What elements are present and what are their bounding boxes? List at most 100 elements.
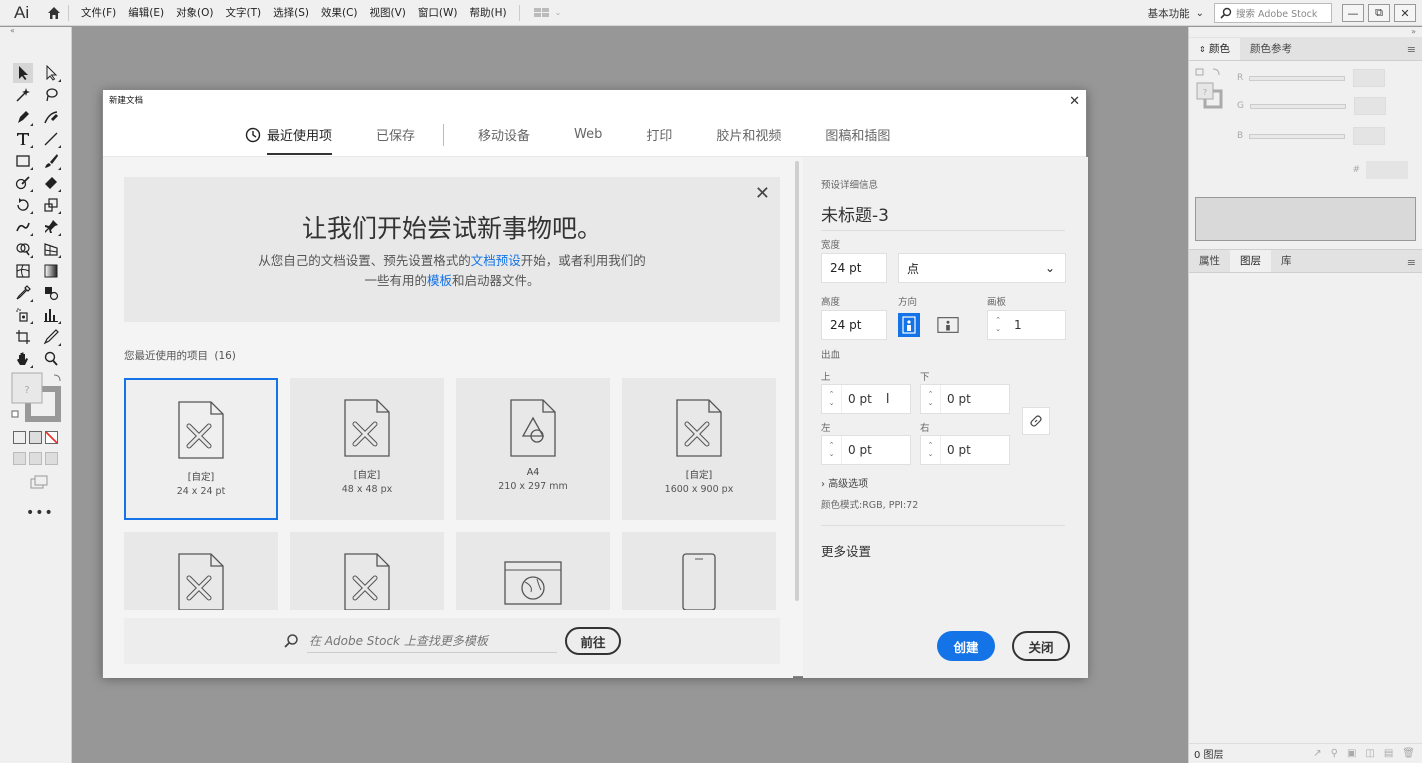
- collapse-panel-icon[interactable]: «: [0, 27, 71, 35]
- line-tool-icon[interactable]: [41, 129, 61, 149]
- menu-effect[interactable]: 效果(C): [315, 0, 364, 26]
- color-spectrum[interactable]: [1195, 197, 1416, 241]
- tab-saved[interactable]: 已保存: [376, 113, 415, 157]
- value-g-field[interactable]: [1353, 97, 1386, 115]
- value-b-field[interactable]: [1353, 127, 1386, 145]
- stepper-arrows-icon[interactable]: ⌃ ⌄: [822, 436, 842, 464]
- paintbrush-tool-icon[interactable]: [41, 151, 61, 171]
- tab-mobile[interactable]: 移动设备: [478, 113, 530, 157]
- zoom-tool-icon[interactable]: [41, 349, 61, 369]
- menu-window[interactable]: 窗口(W): [412, 0, 464, 26]
- preset-card[interactable]: [自定] 48 x 48 px: [290, 378, 444, 520]
- close-icon[interactable]: ✕: [1069, 90, 1080, 113]
- magic-wand-tool-icon[interactable]: [13, 85, 33, 105]
- slider-r[interactable]: [1249, 75, 1346, 81]
- close-button[interactable]: 关闭: [1012, 631, 1070, 661]
- collapse-icon[interactable]: »: [1189, 27, 1422, 37]
- new-sublayer-icon[interactable]: ◫: [1365, 748, 1374, 759]
- close-icon[interactable]: ✕: [755, 183, 770, 204]
- search-icon[interactable]: ⚲: [1331, 748, 1338, 759]
- value-r-field[interactable]: [1353, 69, 1386, 87]
- menu-help[interactable]: 帮助(H): [464, 0, 513, 26]
- rectangle-tool-icon[interactable]: [13, 151, 33, 171]
- warp-tool-icon[interactable]: [13, 217, 33, 237]
- rotate-tool-icon[interactable]: [13, 195, 33, 215]
- none-mode-icon[interactable]: [45, 431, 58, 444]
- preset-card[interactable]: A4 210 x 297 mm: [456, 378, 610, 520]
- eraser-tool-icon[interactable]: [41, 173, 61, 193]
- landscape-orientation-button[interactable]: [937, 313, 959, 337]
- menu-type[interactable]: 文字(T): [220, 0, 268, 26]
- trash-icon[interactable]: 🗑: [1402, 748, 1415, 759]
- width-input[interactable]: 24 pt: [821, 253, 887, 283]
- gradient-mode-icon[interactable]: [29, 431, 42, 444]
- slider-b[interactable]: [1249, 133, 1346, 139]
- go-button[interactable]: 前往: [565, 627, 621, 655]
- scale-tool-icon[interactable]: [41, 195, 61, 215]
- selection-tool-icon[interactable]: [13, 63, 33, 83]
- bleed-right-stepper[interactable]: ⌃ ⌄ 0 pt: [920, 435, 1010, 465]
- draw-behind-icon[interactable]: [29, 452, 42, 465]
- menu-view[interactable]: 视图(V): [364, 0, 412, 26]
- clipping-mask-icon[interactable]: ▣: [1347, 748, 1356, 759]
- menu-edit[interactable]: 编辑(E): [122, 0, 170, 26]
- symbol-sprayer-tool-icon[interactable]: [13, 305, 33, 325]
- mesh-tool-icon[interactable]: [13, 261, 33, 281]
- preset-card[interactable]: [124, 532, 278, 610]
- tab-web[interactable]: Web: [574, 113, 602, 157]
- eyedropper-tool-icon[interactable]: [13, 283, 33, 303]
- menu-file[interactable]: 文件(F): [75, 0, 122, 26]
- bleed-top-stepper[interactable]: ⌃ ⌄ 0 pt I: [821, 384, 911, 414]
- lasso-tool-icon[interactable]: [41, 85, 61, 105]
- stock-templates-input[interactable]: [307, 629, 557, 653]
- perspective-grid-tool-icon[interactable]: [41, 239, 61, 259]
- link-bleed-button[interactable]: [1022, 407, 1050, 435]
- hex-field[interactable]: [1366, 161, 1408, 179]
- type-tool-icon[interactable]: [13, 129, 33, 149]
- curvature-tool-icon[interactable]: [41, 107, 61, 127]
- stepper-arrows-icon[interactable]: ⌃ ⌄: [822, 385, 842, 413]
- hand-tool-icon[interactable]: [13, 349, 33, 369]
- screen-mode-icon[interactable]: [30, 475, 48, 492]
- preset-card[interactable]: [自定] 1600 x 900 px: [622, 378, 776, 520]
- restore-button[interactable]: ⧉: [1368, 4, 1390, 22]
- tab-layers[interactable]: 图层: [1230, 250, 1271, 272]
- slice-tool-icon[interactable]: [41, 327, 61, 347]
- shape-builder-tool-icon[interactable]: [13, 239, 33, 259]
- templates-link[interactable]: 模板: [427, 273, 452, 288]
- workspace-switcher[interactable]: 基本功能 ⌄: [1148, 6, 1204, 21]
- stepper-arrows-icon[interactable]: ⌃ ⌄: [921, 436, 941, 464]
- panel-menu-icon[interactable]: ≡: [1407, 256, 1416, 269]
- preset-card[interactable]: [622, 532, 776, 610]
- arrange-documents-button[interactable]: ⌄: [533, 7, 561, 18]
- preset-card[interactable]: [290, 532, 444, 610]
- preset-card[interactable]: [456, 532, 610, 610]
- stepper-arrows-icon[interactable]: ⌃ ⌄: [921, 385, 941, 413]
- bleed-bottom-stepper[interactable]: ⌃ ⌄ 0 pt: [920, 384, 1010, 414]
- draw-normal-icon[interactable]: [13, 452, 26, 465]
- export-icon[interactable]: ↗: [1313, 748, 1321, 759]
- edit-toolbar-icon[interactable]: •••: [26, 505, 54, 521]
- stepper-arrows-icon[interactable]: ⌃ ⌄: [988, 311, 1008, 339]
- draw-inside-icon[interactable]: [45, 452, 58, 465]
- preset-card[interactable]: [自定] 24 x 24 pt: [124, 378, 278, 520]
- height-input[interactable]: 24 pt: [821, 310, 887, 340]
- more-settings-button[interactable]: 更多设置: [821, 541, 871, 560]
- tab-color-guide[interactable]: 颜色参考: [1240, 38, 1302, 60]
- menu-object[interactable]: 对象(O): [170, 0, 219, 26]
- pen-tool-icon[interactable]: [13, 107, 33, 127]
- tab-print[interactable]: 打印: [646, 113, 672, 157]
- gradient-tool-icon[interactable]: [41, 261, 61, 281]
- create-button[interactable]: 创建: [937, 631, 995, 661]
- new-layer-icon[interactable]: ▤: [1384, 748, 1393, 759]
- fill-stroke-swatch[interactable]: ?: [10, 371, 64, 425]
- stock-search-input[interactable]: 搜索 Adobe Stock: [1214, 3, 1332, 23]
- column-graph-tool-icon[interactable]: [41, 305, 61, 325]
- advanced-options-toggle[interactable]: › 高级选项: [821, 475, 868, 490]
- tab-recent[interactable]: 最近使用项: [245, 113, 333, 157]
- shaper-tool-icon[interactable]: [13, 173, 33, 193]
- presets-scrollbar[interactable]: [795, 161, 799, 601]
- artboard-tool-icon[interactable]: [13, 327, 33, 347]
- unit-select[interactable]: 点 ⌄: [898, 253, 1066, 283]
- menu-select[interactable]: 选择(S): [267, 0, 315, 26]
